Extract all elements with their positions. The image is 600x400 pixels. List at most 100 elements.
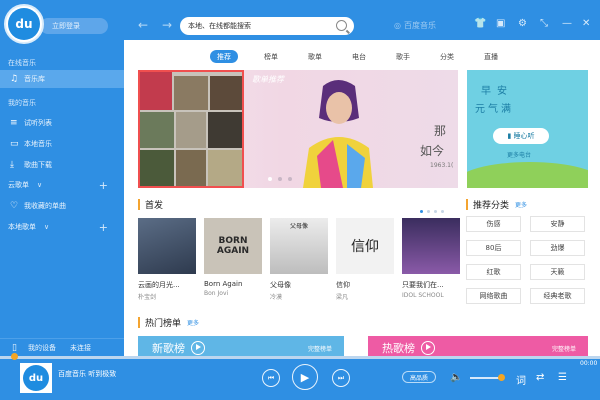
sidebar-item-favorites[interactable]: ♡ 我收藏的单曲: [0, 197, 124, 215]
app-logo[interactable]: du: [4, 4, 44, 44]
lyrics-button[interactable]: 词: [516, 372, 526, 387]
login-button[interactable]: 立即登录: [40, 18, 108, 34]
tab-radio[interactable]: 电台: [352, 50, 366, 63]
album-artist[interactable]: Bon Jovi: [204, 290, 262, 297]
hot-songs-chart-card[interactable]: 热歌榜 完整榜单: [368, 336, 588, 356]
sidebar-item-downloads[interactable]: ⤓ 歌曲下载: [0, 156, 124, 174]
category-button[interactable]: 网络歌曲: [466, 288, 521, 304]
brand: ◎ 百度音乐: [394, 20, 436, 31]
play-button[interactable]: ▶: [292, 364, 318, 390]
album-name[interactable]: 父母像: [270, 280, 328, 290]
full-chart-link[interactable]: 完整榜单: [552, 344, 576, 353]
album-card[interactable]: 云画的月光... 朴宝剑: [138, 218, 196, 301]
settings-gear-icon[interactable]: ⚙: [518, 18, 527, 29]
chevron-down-icon[interactable]: ∨: [37, 181, 42, 189]
sidebar-item-label: 音乐库: [24, 75, 45, 83]
sidebar-item-cloud-playlists[interactable]: 云歌单 ∨ +: [0, 176, 124, 194]
close-icon[interactable]: ✕: [582, 18, 590, 29]
progress-knob[interactable]: [11, 353, 18, 360]
album-card[interactable]: 只要我们在... IDOL SCHOOL: [402, 218, 460, 299]
album-page-dot[interactable]: [427, 210, 430, 213]
radio-listen-button[interactable]: ▮ 睡心听: [493, 128, 549, 144]
album-cover[interactable]: 信仰: [336, 218, 394, 274]
album-artist[interactable]: 冷漠: [270, 292, 328, 301]
app-logo-text: du: [8, 8, 40, 40]
tab-live[interactable]: 直播: [484, 50, 498, 63]
next-track-button[interactable]: ⏭: [332, 369, 350, 387]
previous-track-button[interactable]: ⏮: [262, 369, 280, 387]
tab-singers[interactable]: 歌手: [396, 50, 410, 63]
sidebar-item-local-music[interactable]: ▭ 本地音乐: [0, 135, 124, 153]
album-name[interactable]: 只要我们在...: [402, 280, 460, 290]
title-bar: 立即登录 ← → 本地、在线都能搜索 ◎ 百度音乐 👕 ▣ ⚙ ⤡ — ✕: [0, 0, 600, 40]
hero-banner[interactable]: 歌单推荐 那 如今 1963.1(: [138, 70, 458, 188]
toolbox-icon[interactable]: ▣: [496, 18, 505, 29]
banner-dot[interactable]: [268, 177, 272, 181]
banner-dot[interactable]: [288, 177, 292, 181]
tab-charts[interactable]: 榜单: [264, 50, 278, 63]
sidebar-item-local-playlists[interactable]: 本地歌单 ∨ +: [0, 218, 124, 236]
volume-knob[interactable]: [498, 374, 505, 381]
album-artist[interactable]: 梁凡: [336, 292, 394, 301]
category-button[interactable]: 伤感: [466, 216, 521, 232]
sidebar-item-music-library[interactable]: ♫ 音乐库: [0, 70, 124, 88]
chart-name: 热歌榜: [382, 342, 415, 355]
play-icon[interactable]: [421, 341, 435, 355]
play-icon[interactable]: [191, 341, 205, 355]
repeat-icon[interactable]: ⇄: [536, 372, 544, 383]
chevron-down-icon[interactable]: ∨: [44, 223, 49, 231]
album-artist[interactable]: IDOL SCHOOL: [402, 292, 460, 299]
skin-icon[interactable]: 👕: [474, 18, 486, 29]
tab-playlists[interactable]: 歌单: [308, 50, 322, 63]
device-row[interactable]: ▯ 我的设备 未连接: [0, 338, 124, 356]
album-page-dot[interactable]: [434, 210, 437, 213]
album-name[interactable]: 信仰: [336, 280, 394, 290]
category-button[interactable]: 红歌: [466, 264, 521, 280]
album-page-dot[interactable]: [441, 210, 444, 213]
banner-dot[interactable]: [278, 177, 282, 181]
search-icon[interactable]: [336, 20, 347, 31]
category-button[interactable]: 天籁: [530, 264, 585, 280]
tab-recommend[interactable]: 推荐: [210, 50, 238, 63]
album-name[interactable]: Born Again: [204, 280, 262, 288]
tab-genres[interactable]: 分类: [440, 50, 454, 63]
hot-charts-more-link[interactable]: 更多: [187, 318, 199, 327]
now-playing-cover[interactable]: du: [20, 363, 52, 393]
category-button[interactable]: 劲爆: [530, 240, 585, 256]
album-cover[interactable]: [138, 218, 196, 274]
new-songs-chart-card[interactable]: 新歌榜 完整榜单: [138, 336, 344, 356]
category-button[interactable]: 经典老歌: [530, 288, 585, 304]
more-radio-link[interactable]: 更多电台: [507, 150, 531, 159]
album-cover[interactable]: [402, 218, 460, 274]
forward-arrow-icon[interactable]: →: [162, 18, 172, 32]
playlist-icon[interactable]: ☰: [558, 372, 567, 383]
quality-select[interactable]: 高品质: [402, 371, 436, 383]
progress-bar[interactable]: [0, 356, 600, 359]
album-cover[interactable]: BORN AGAIN: [204, 218, 262, 274]
section-title: 热门榜单: [145, 319, 182, 329]
album-name[interactable]: 云画的月光...: [138, 280, 196, 290]
add-local-playlist-icon[interactable]: +: [99, 221, 108, 234]
banner-thumbnail-collage[interactable]: [138, 70, 244, 188]
categories-more-link[interactable]: 更多: [515, 200, 527, 209]
banner-tag: 歌单推荐: [252, 75, 284, 84]
full-chart-link[interactable]: 完整榜单: [308, 344, 332, 353]
album-cover[interactable]: 父母像: [270, 218, 328, 274]
volume-icon[interactable]: 🔈: [450, 372, 462, 383]
album-artist[interactable]: 朴宝剑: [138, 292, 196, 301]
category-button[interactable]: 80后: [466, 240, 521, 256]
album-card[interactable]: BORN AGAIN Born Again Bon Jovi: [204, 218, 262, 297]
back-arrow-icon[interactable]: ←: [138, 18, 148, 32]
album-page-dot[interactable]: [420, 210, 423, 213]
mini-mode-icon[interactable]: ⤡: [540, 18, 548, 29]
radio-banner[interactable]: 早安 元气满 ▮ 睡心听 更多电台: [467, 70, 588, 188]
minimize-icon[interactable]: —: [562, 18, 572, 29]
album-card[interactable]: 父母像 父母像 冷漠: [270, 218, 328, 301]
search-input[interactable]: 本地、在线都能搜索: [180, 17, 354, 35]
add-playlist-icon[interactable]: +: [99, 179, 108, 192]
category-button[interactable]: 安静: [530, 216, 585, 232]
sidebar-item-playlist[interactable]: ≡ 试听列表: [0, 114, 124, 132]
sidebar-item-label: 试听列表: [24, 119, 52, 127]
section-recommended-categories: 推荐分类 更多: [466, 198, 527, 211]
album-card[interactable]: 信仰 信仰 梁凡: [336, 218, 394, 301]
